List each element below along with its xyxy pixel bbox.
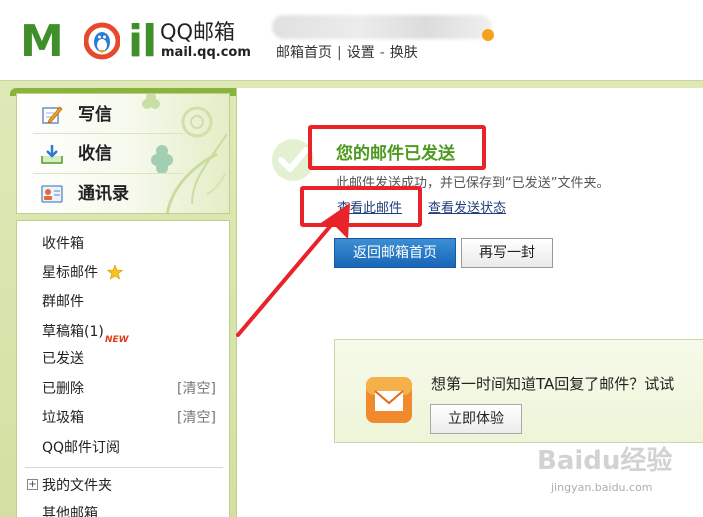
sidebar-quick-actions: 写信 收信 通讯录 [16, 93, 230, 214]
annotation-arrow-icon [236, 203, 350, 337]
nav-dash: - [379, 45, 385, 61]
sidebar-item-my-folders[interactable]: 我的文件夹 [42, 476, 112, 496]
pencil-note-icon [42, 106, 63, 124]
view-status-link[interactable]: 查看发送状态 [428, 200, 506, 218]
divider [33, 173, 183, 174]
sidebar-item-drafts[interactable]: 草稿箱(1) [42, 322, 104, 342]
contacts-label: 通讯录 [78, 184, 129, 204]
expand-folders-icon[interactable]: + [27, 479, 38, 490]
sidebar-item-sent[interactable]: 已发送 [42, 349, 84, 369]
status-dot-icon [482, 29, 494, 41]
inbox-button[interactable]: 收信 [17, 135, 229, 173]
clear-spam-button[interactable]: [清空] [177, 408, 216, 428]
compose-button[interactable]: 写信 [17, 96, 229, 134]
sidebar-item-starred[interactable]: 星标邮件 [42, 263, 98, 283]
new-badge: NEW [105, 335, 129, 345]
mail-envelope-icon [366, 377, 412, 423]
sidebar-item-other-mailbox[interactable]: 其他邮箱 [42, 504, 98, 517]
sidebar-item-deleted[interactable]: 已删除 [42, 379, 84, 399]
sidebar-item-subscriptions[interactable]: QQ邮件订阅 [42, 438, 120, 458]
download-tray-icon [41, 145, 63, 164]
divider [25, 467, 223, 468]
contacts-button[interactable]: 通讯录 [17, 175, 229, 213]
page: M il QQ邮箱 mail.qq.com 邮箱首页 | 设置 - 换肤 写信 … [0, 0, 703, 517]
header: M il QQ邮箱 mail.qq.com 邮箱首页 | 设置 - 换肤 [0, 0, 703, 80]
nav-settings[interactable]: 设置 [347, 45, 375, 61]
compose-label: 写信 [78, 105, 112, 125]
promo-panel: 想第一时间知道TA回复了邮件？试试 立即体验 [334, 339, 703, 443]
logo-letters-il: il [128, 16, 157, 67]
sidebar-folder-list: 收件箱 星标邮件 群邮件 草稿箱(1) NEW 已发送 已删除 [清空] 垃圾箱… [16, 220, 230, 517]
logo-brand-text: QQ邮箱 [160, 20, 236, 44]
inbox-label: 收信 [78, 144, 112, 164]
sidebar-item-spam[interactable]: 垃圾箱 [42, 408, 84, 428]
promo-text: 想第一时间知道TA回复了邮件？试试 [431, 375, 675, 393]
star-icon [107, 264, 123, 280]
contact-card-icon [41, 185, 63, 203]
write-again-button[interactable]: 再写一封 [461, 238, 553, 268]
nav-mail-home[interactable]: 邮箱首页 [276, 45, 332, 61]
top-nav: 邮箱首页 | 设置 - 换肤 [276, 42, 418, 62]
qq-mail-logo[interactable]: M il QQ邮箱 mail.qq.com [20, 14, 251, 70]
nav-skin[interactable]: 换肤 [390, 45, 418, 61]
highlight-box-title [308, 125, 486, 170]
nav-separator: | [337, 45, 342, 61]
clear-deleted-button[interactable]: [清空] [177, 379, 216, 399]
logo-domain-text: mail.qq.com [161, 45, 251, 60]
logo-letter-m: M [20, 16, 64, 67]
sidebar-item-group-mail[interactable]: 群邮件 [42, 292, 84, 312]
try-now-button[interactable]: 立即体验 [430, 404, 522, 434]
penguin-logo-icon [84, 22, 120, 60]
sidebar-item-inbox[interactable]: 收件箱 [42, 234, 84, 254]
divider [33, 133, 183, 134]
account-info-blurred [272, 15, 492, 39]
